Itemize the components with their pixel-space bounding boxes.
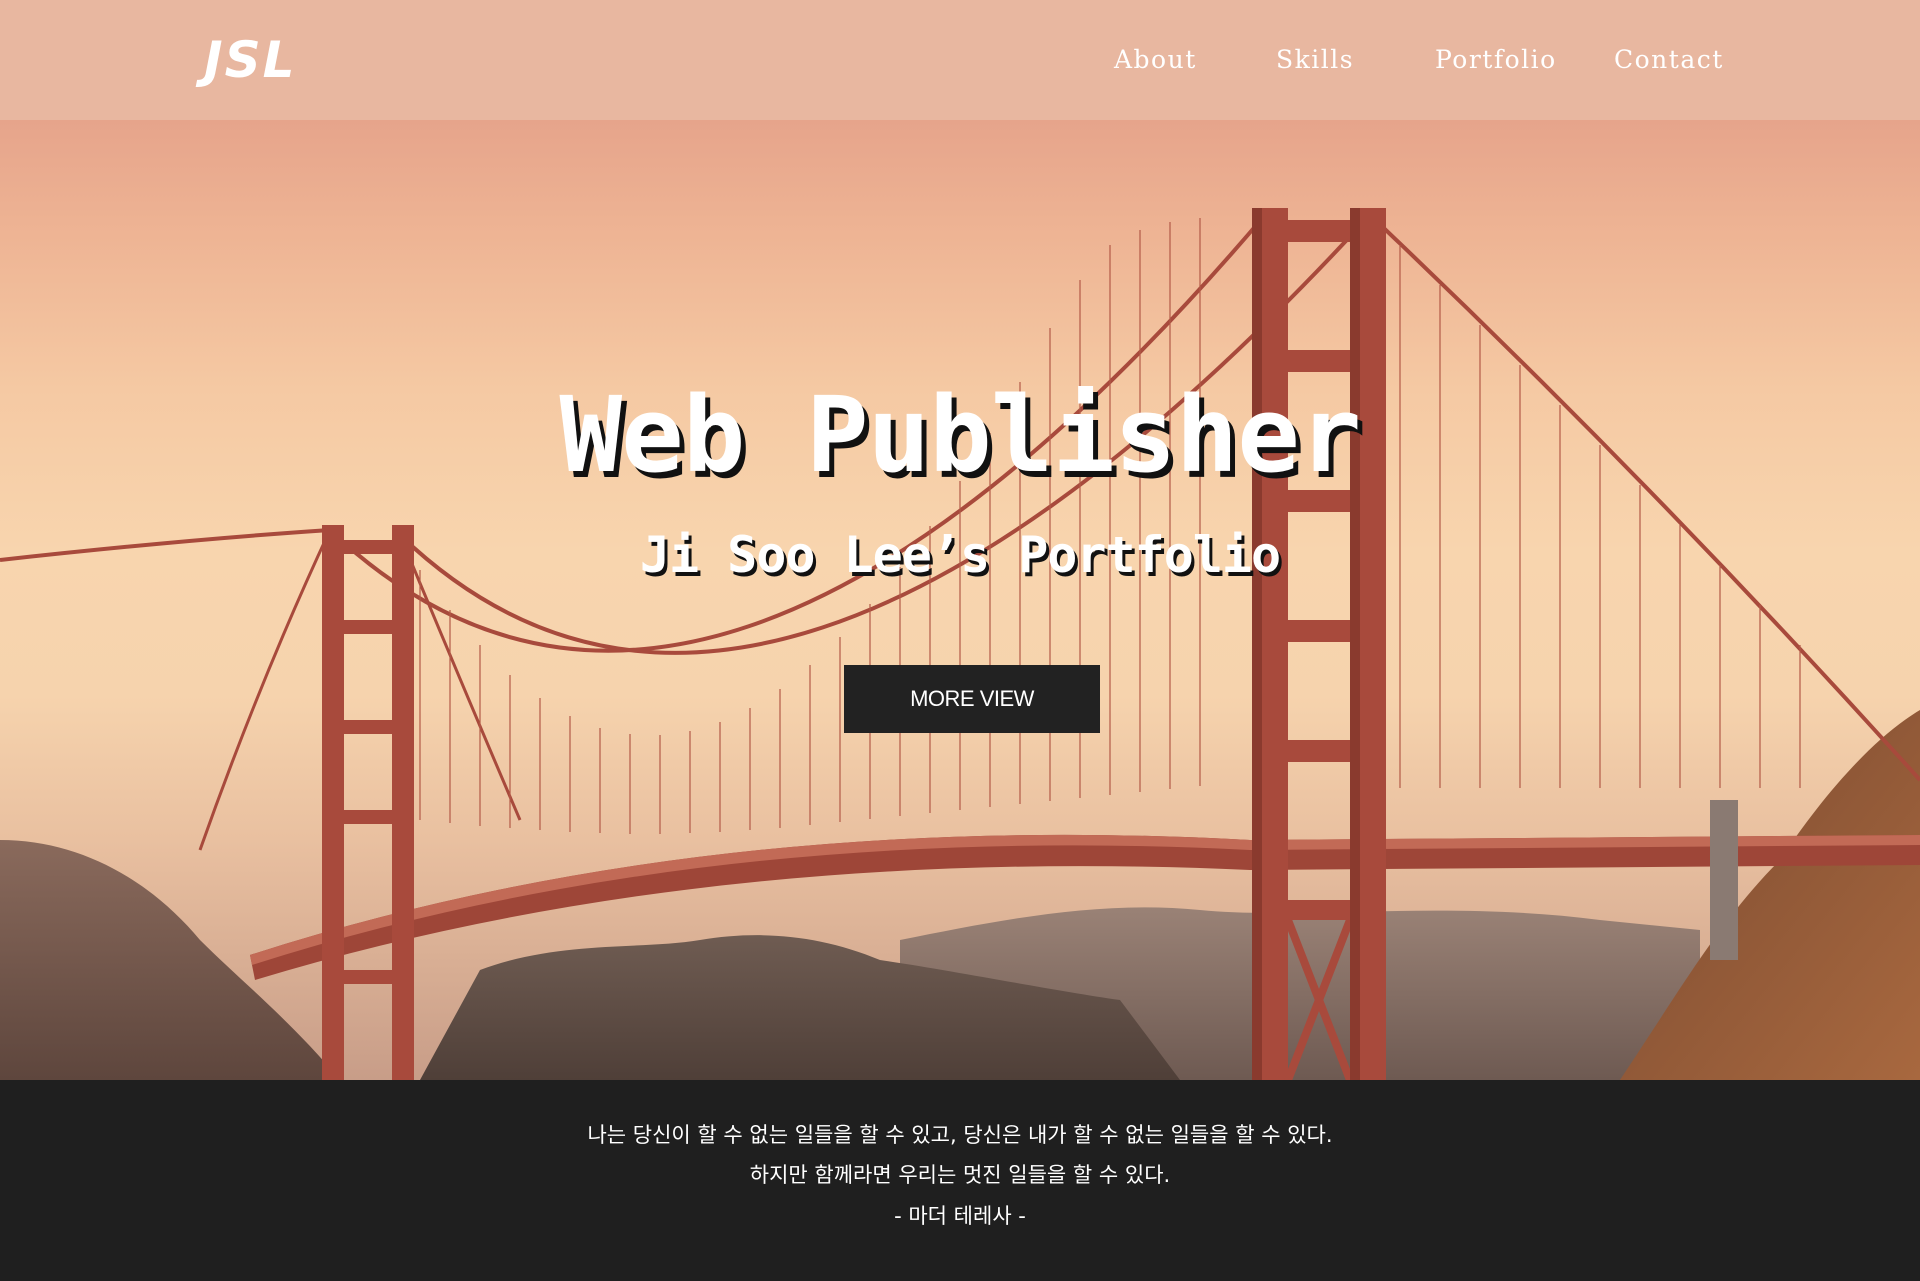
nav-contact[interactable]: Contact <box>1614 36 1724 84</box>
quote-author: - 마더 테레사 - <box>894 1204 1026 1228</box>
hero-background-image <box>0 208 1920 1080</box>
quote-line: 나는 당신이 할 수 없는 일들을 할 수 있고, 당신은 내가 할 수 없는 … <box>587 1123 1333 1147</box>
site-logo[interactable]: JSL <box>204 30 296 90</box>
hero-subtitle: Ji Soo Lee’s Portfolio <box>639 526 1281 584</box>
quote-section: 나는 당신이 할 수 없는 일들을 할 수 있고, 당신은 내가 할 수 없는 … <box>0 1080 1920 1281</box>
more-view-button[interactable]: MORE VIEW <box>844 665 1100 733</box>
site-header: JSL About Skills Portfolio Contact <box>0 0 1920 120</box>
portfolio-page: JSL About Skills Portfolio Contact Web P… <box>0 0 1920 1281</box>
nav-skills[interactable]: Skills <box>1276 36 1354 84</box>
nav-about[interactable]: About <box>1114 36 1197 84</box>
hero-title: Web Publisher <box>559 374 1362 496</box>
hero-section: Web Publisher Ji Soo Lee’s Portfolio MOR… <box>0 120 1920 1080</box>
nav-portfolio[interactable]: Portfolio <box>1435 36 1557 84</box>
quote-line: 하지만 함께라면 우리는 멋진 일들을 할 수 있다. <box>749 1163 1171 1187</box>
